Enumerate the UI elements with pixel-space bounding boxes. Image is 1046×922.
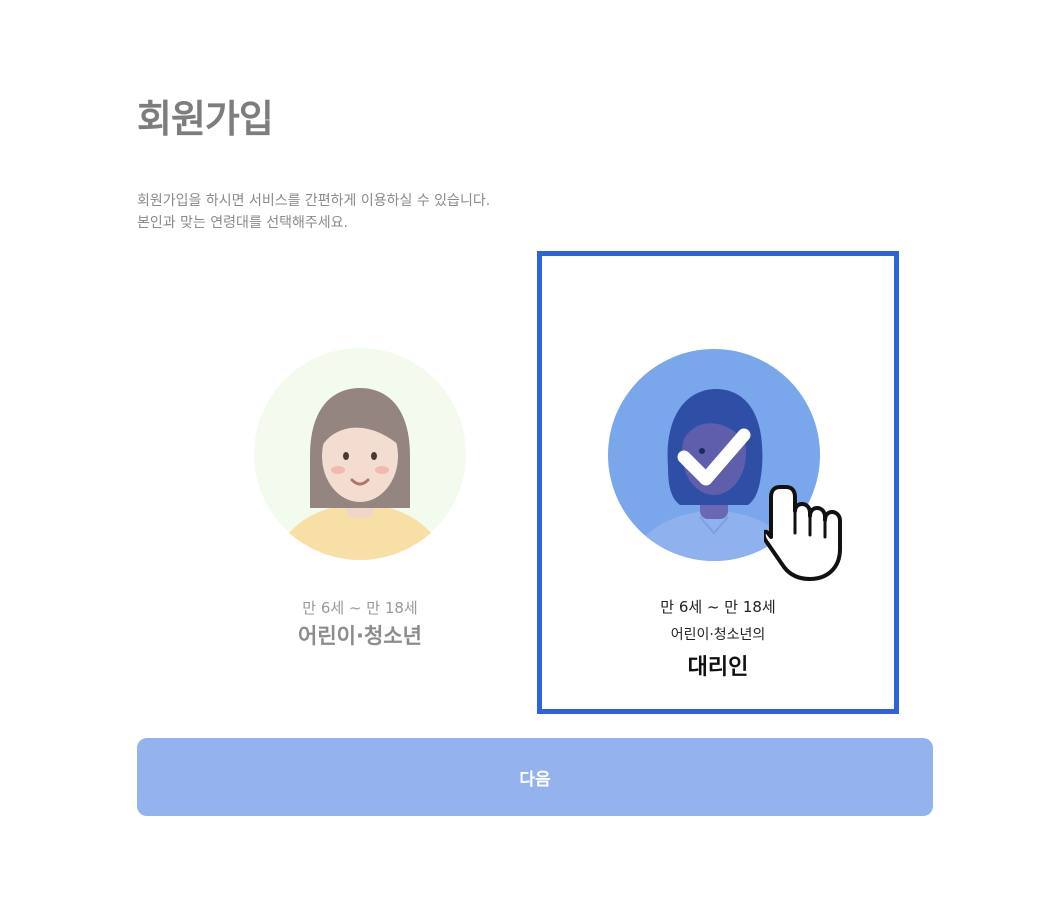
proxy-age-range: 만 6세 ~ 만 18세 [660,598,776,616]
child-role-label: 어린이·청소년 [298,624,422,648]
age-option-child[interactable]: 만 6세 ~ 만 18세 어린이·청소년 [235,330,485,690]
page-description: 회원가입을 하시면 서비스를 간편하게 이용하실 수 있습니다. 본인과 맞는 … [137,190,490,234]
description-line-1: 회원가입을 하시면 서비스를 간편하게 이용하실 수 있습니다. [137,193,491,209]
child-age-range: 만 6세 ~ 만 18세 [302,599,418,617]
page-title: 회원가입 [137,97,274,141]
description-line-2: 본인과 맞는 연령대를 선택해주세요. [137,215,348,231]
hand-pointer-icon [764,485,842,581]
next-button[interactable]: 다음 [137,738,933,816]
age-option-proxy[interactable]: 만 6세 ~ 만 18세 어린이·청소년의 대리인 [537,251,899,714]
proxy-role-sublabel: 어린이·청소년의 [670,627,766,643]
proxy-role-label: 대리인 [687,655,749,680]
child-avatar-illustration [275,388,445,560]
child-avatar [254,348,466,560]
